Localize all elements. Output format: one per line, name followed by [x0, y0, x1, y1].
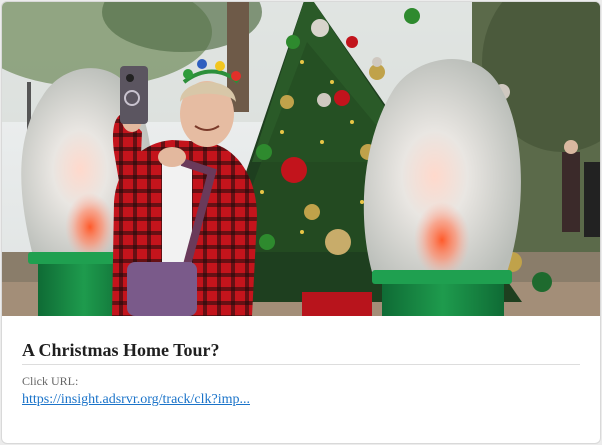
ad-card[interactable]: A Christmas Home Tour? Click URL: https:… — [1, 1, 601, 444]
ad-image[interactable] — [2, 2, 600, 316]
ad-title[interactable]: A Christmas Home Tour? — [22, 340, 220, 361]
divider — [22, 364, 580, 365]
click-url-label: Click URL: — [22, 374, 79, 388]
click-url-link[interactable]: https://insight.adsrvr.org/track/clk?imp… — [22, 392, 250, 408]
